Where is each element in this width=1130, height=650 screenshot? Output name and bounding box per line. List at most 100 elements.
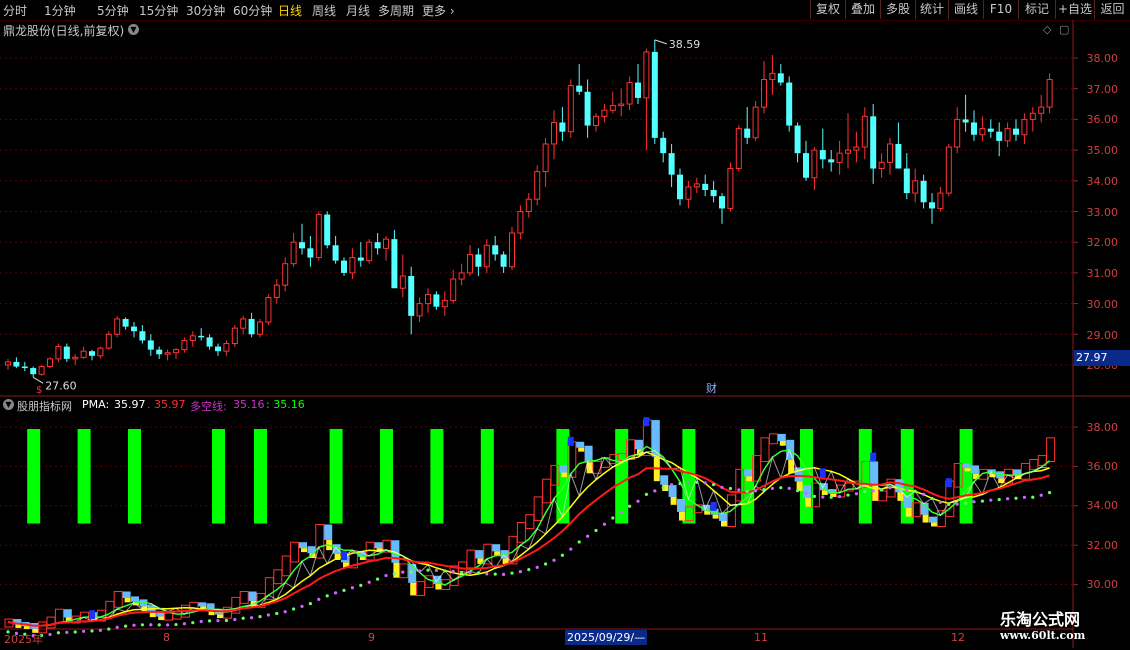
candle-body bbox=[181, 339, 188, 351]
indicator-block bbox=[895, 479, 904, 493]
indicator-green-bar bbox=[254, 428, 267, 524]
candle-body bbox=[635, 82, 641, 98]
candle-body bbox=[937, 192, 944, 209]
candle-body bbox=[122, 318, 129, 327]
indicator-block bbox=[273, 569, 283, 585]
indicator-block bbox=[779, 440, 786, 446]
window-icon[interactable]: ▢ bbox=[1059, 23, 1069, 36]
candle-body bbox=[651, 51, 658, 138]
low-marker-line bbox=[32, 376, 44, 384]
indicator-dot bbox=[1039, 493, 1043, 497]
candle-body bbox=[282, 263, 289, 286]
price-axis-label: 37.00 bbox=[1086, 83, 1119, 96]
candle-body bbox=[1004, 128, 1011, 142]
candle-body bbox=[668, 153, 675, 175]
date-cursor-label: 2025/09/29/— bbox=[565, 630, 648, 645]
indicator-line-red bbox=[7, 467, 1050, 627]
candle-body bbox=[987, 128, 994, 132]
indicator-block bbox=[721, 520, 727, 527]
indicator-blue-marker bbox=[710, 501, 717, 511]
candle-body bbox=[702, 183, 709, 191]
candle-body bbox=[315, 214, 322, 259]
candle-body bbox=[483, 244, 490, 268]
indicator-dot bbox=[199, 619, 203, 624]
indicator-green-bar bbox=[430, 428, 444, 524]
candle-body bbox=[391, 239, 398, 289]
indicator-block bbox=[586, 462, 593, 474]
diamond-icon[interactable]: ◇ bbox=[1043, 23, 1051, 36]
indicator-dot bbox=[712, 482, 716, 487]
indicator-block bbox=[466, 549, 476, 569]
indicator-block bbox=[777, 433, 786, 441]
indicator-block bbox=[281, 555, 291, 577]
indicator-dot bbox=[577, 540, 581, 544]
candle-body bbox=[30, 368, 37, 375]
candle-body bbox=[576, 85, 583, 92]
chevron-down-icon[interactable]: ▼ bbox=[3, 399, 14, 410]
candle-body bbox=[525, 198, 532, 213]
indicator-green-bar bbox=[480, 428, 494, 524]
candle-body bbox=[551, 121, 557, 145]
indicator-dot bbox=[804, 491, 808, 495]
indicator-block bbox=[15, 624, 22, 628]
candle-body bbox=[542, 143, 549, 173]
indicator-dot bbox=[308, 602, 312, 606]
indicator-dot bbox=[695, 480, 699, 484]
indicator-block bbox=[374, 542, 383, 549]
indicator-axis-label: 32.00 bbox=[1086, 539, 1119, 552]
candle-body bbox=[794, 125, 801, 154]
candle-body bbox=[324, 214, 331, 246]
indicator-name[interactable]: 股朋指标网 bbox=[17, 398, 72, 414]
candle-body bbox=[215, 346, 221, 352]
indicator-block bbox=[149, 612, 156, 618]
candle-body bbox=[593, 115, 599, 127]
candle-body bbox=[954, 118, 961, 148]
indicator-block bbox=[561, 472, 568, 478]
candle-body bbox=[559, 122, 566, 132]
kline-chart[interactable]: 38.59 27.60$ 财 bbox=[0, 0, 1130, 650]
dividend-marker: $ bbox=[36, 385, 42, 396]
candle-body bbox=[786, 82, 793, 126]
candle-body bbox=[47, 358, 53, 368]
indicator-dot bbox=[1048, 491, 1052, 495]
indicator-dot bbox=[426, 568, 430, 572]
candle-body bbox=[131, 326, 137, 332]
indicator-dot bbox=[418, 569, 422, 573]
indicator-blue-marker bbox=[819, 468, 826, 478]
candle-body bbox=[5, 361, 11, 366]
indicator-dot bbox=[653, 489, 657, 493]
indicator-block bbox=[668, 485, 677, 497]
indicator-dot bbox=[292, 607, 296, 611]
candle-body bbox=[710, 190, 717, 197]
indicator-dot bbox=[938, 500, 943, 504]
indicator-block bbox=[576, 441, 585, 448]
candle-body bbox=[887, 143, 893, 163]
indicator-dot bbox=[644, 492, 649, 496]
indicator-block bbox=[922, 514, 929, 523]
indicator-block bbox=[964, 468, 971, 472]
candle-body bbox=[257, 321, 263, 335]
indicator-block bbox=[897, 492, 904, 501]
candle-body bbox=[139, 331, 146, 341]
indicator-dot bbox=[376, 577, 380, 581]
high-marker-line bbox=[654, 39, 667, 45]
indicator-block bbox=[54, 608, 64, 624]
indicator-dot bbox=[325, 594, 329, 598]
candle-body bbox=[819, 150, 826, 160]
candle-body bbox=[231, 327, 238, 345]
indicator-block bbox=[124, 597, 131, 603]
candle-body bbox=[836, 152, 843, 163]
indicator-dot bbox=[703, 481, 707, 485]
indicator-dot bbox=[1022, 495, 1026, 499]
candle-body bbox=[660, 137, 667, 154]
indicator-block bbox=[760, 437, 770, 462]
indicator-dot bbox=[98, 628, 102, 632]
indicator-block bbox=[559, 465, 568, 473]
price-axis-label: 32.00 bbox=[1086, 236, 1119, 249]
indicator-dot bbox=[636, 499, 640, 503]
indicator-dot bbox=[871, 489, 875, 493]
candle-body bbox=[903, 168, 910, 194]
indicator-block bbox=[1029, 459, 1039, 470]
candle-body bbox=[299, 242, 305, 249]
candle-body bbox=[206, 337, 213, 347]
